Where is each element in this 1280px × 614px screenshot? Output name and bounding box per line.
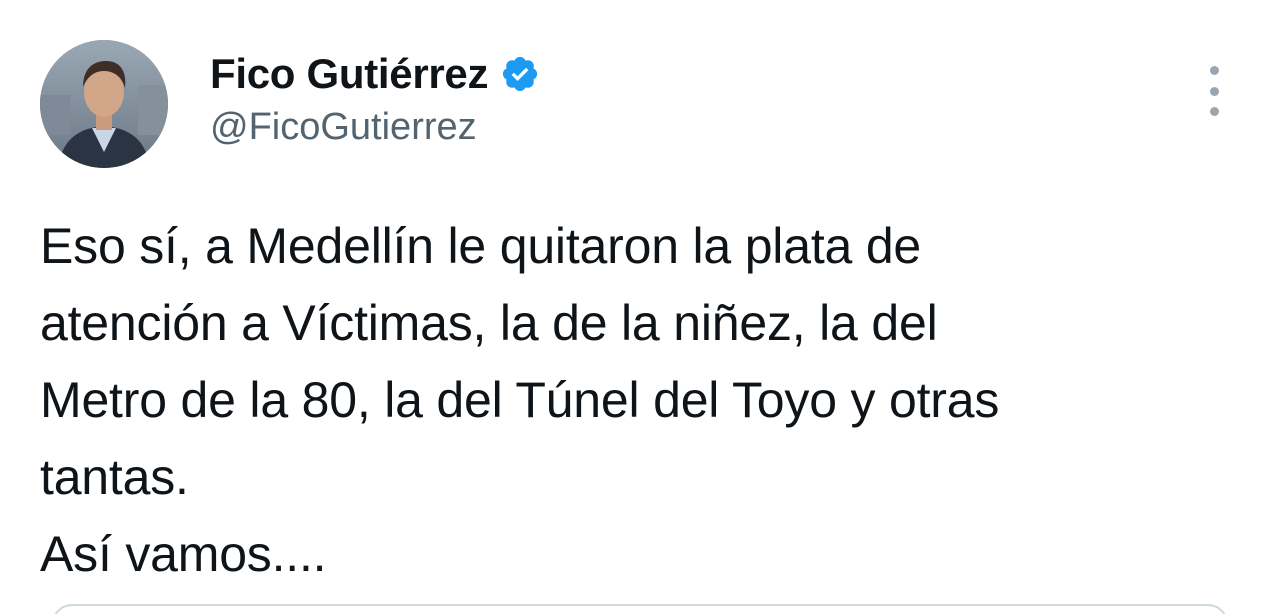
more-options-button[interactable] bbox=[1196, 66, 1232, 116]
tweet-text-line: atención a Víctimas, la de la niñez, la … bbox=[40, 295, 938, 351]
more-vertical-icon bbox=[1209, 66, 1219, 75]
tweet-text-line: Metro de la 80, la del Túnel del Toyo y … bbox=[40, 372, 1000, 428]
tweet-text: Eso sí, a Medellín le quitaron la plata … bbox=[40, 208, 1240, 593]
embedded-card[interactable] bbox=[52, 604, 1228, 614]
tweet-text-line: Eso sí, a Medellín le quitaron la plata … bbox=[40, 218, 922, 274]
author-name-row: Fico Gutiérrez bbox=[210, 46, 540, 102]
author-handle[interactable]: @FicoGutierrez bbox=[210, 106, 477, 149]
more-vertical-icon-dot bbox=[1209, 86, 1219, 96]
author-name[interactable]: Fico Gutiérrez bbox=[210, 50, 489, 98]
tweet-text-line: tantas. bbox=[40, 449, 189, 505]
verified-badge-icon bbox=[500, 54, 540, 94]
avatar-photo bbox=[40, 40, 168, 168]
tweet-text-line: Así vamos.... bbox=[40, 526, 327, 582]
avatar[interactable] bbox=[40, 40, 168, 168]
more-vertical-icon-dot bbox=[1209, 107, 1219, 116]
tweet: Fico Gutiérrez @FicoGutierrez Eso sí, a … bbox=[0, 0, 1280, 614]
